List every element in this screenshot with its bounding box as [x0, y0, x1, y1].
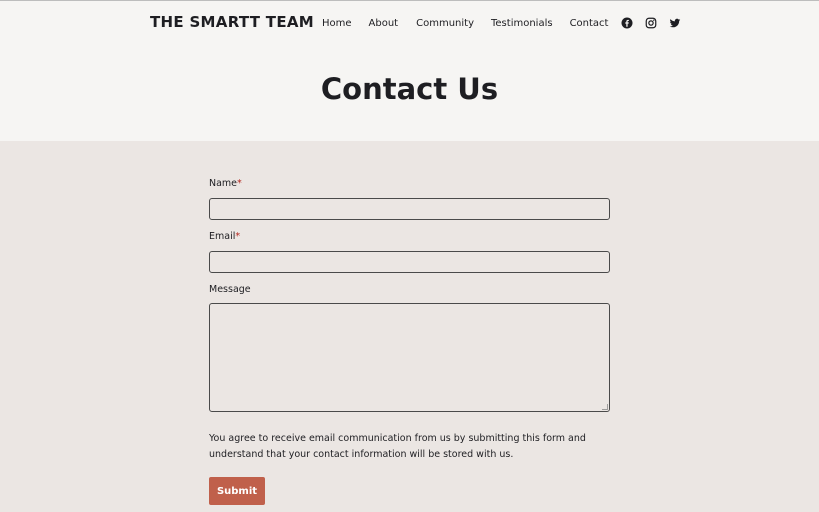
email-field[interactable]: [209, 251, 610, 273]
nav-contact[interactable]: Contact: [570, 18, 609, 29]
twitter-icon[interactable]: [669, 17, 681, 29]
message-field[interactable]: [209, 303, 610, 412]
nav-community[interactable]: Community: [416, 18, 474, 29]
email-required-marker: *: [235, 231, 241, 242]
nav-home[interactable]: Home: [322, 18, 352, 29]
consent-text: You agree to receive email communication…: [209, 433, 586, 460]
name-required-marker: *: [237, 178, 242, 189]
instagram-icon[interactable]: [645, 17, 657, 29]
email-label: Email*: [209, 231, 241, 242]
site-brand[interactable]: THE SMARTT TEAM: [150, 13, 314, 31]
hero-header: THE SMARTT TEAM Home About Community Tes…: [0, 1, 819, 141]
submit-button[interactable]: Submit: [209, 477, 265, 505]
nav-about[interactable]: About: [369, 18, 399, 29]
main-nav: Home About Community Testimonials Contac…: [322, 15, 681, 31]
name-field[interactable]: [209, 198, 610, 220]
nav-testimonials[interactable]: Testimonials: [491, 18, 553, 29]
page-title: Contact Us: [320, 72, 499, 106]
message-label: Message: [209, 284, 251, 295]
facebook-icon[interactable]: [621, 17, 633, 29]
textarea-resize-handle[interactable]: [602, 404, 608, 410]
social-links: [621, 17, 681, 29]
name-label: Name*: [209, 178, 242, 189]
